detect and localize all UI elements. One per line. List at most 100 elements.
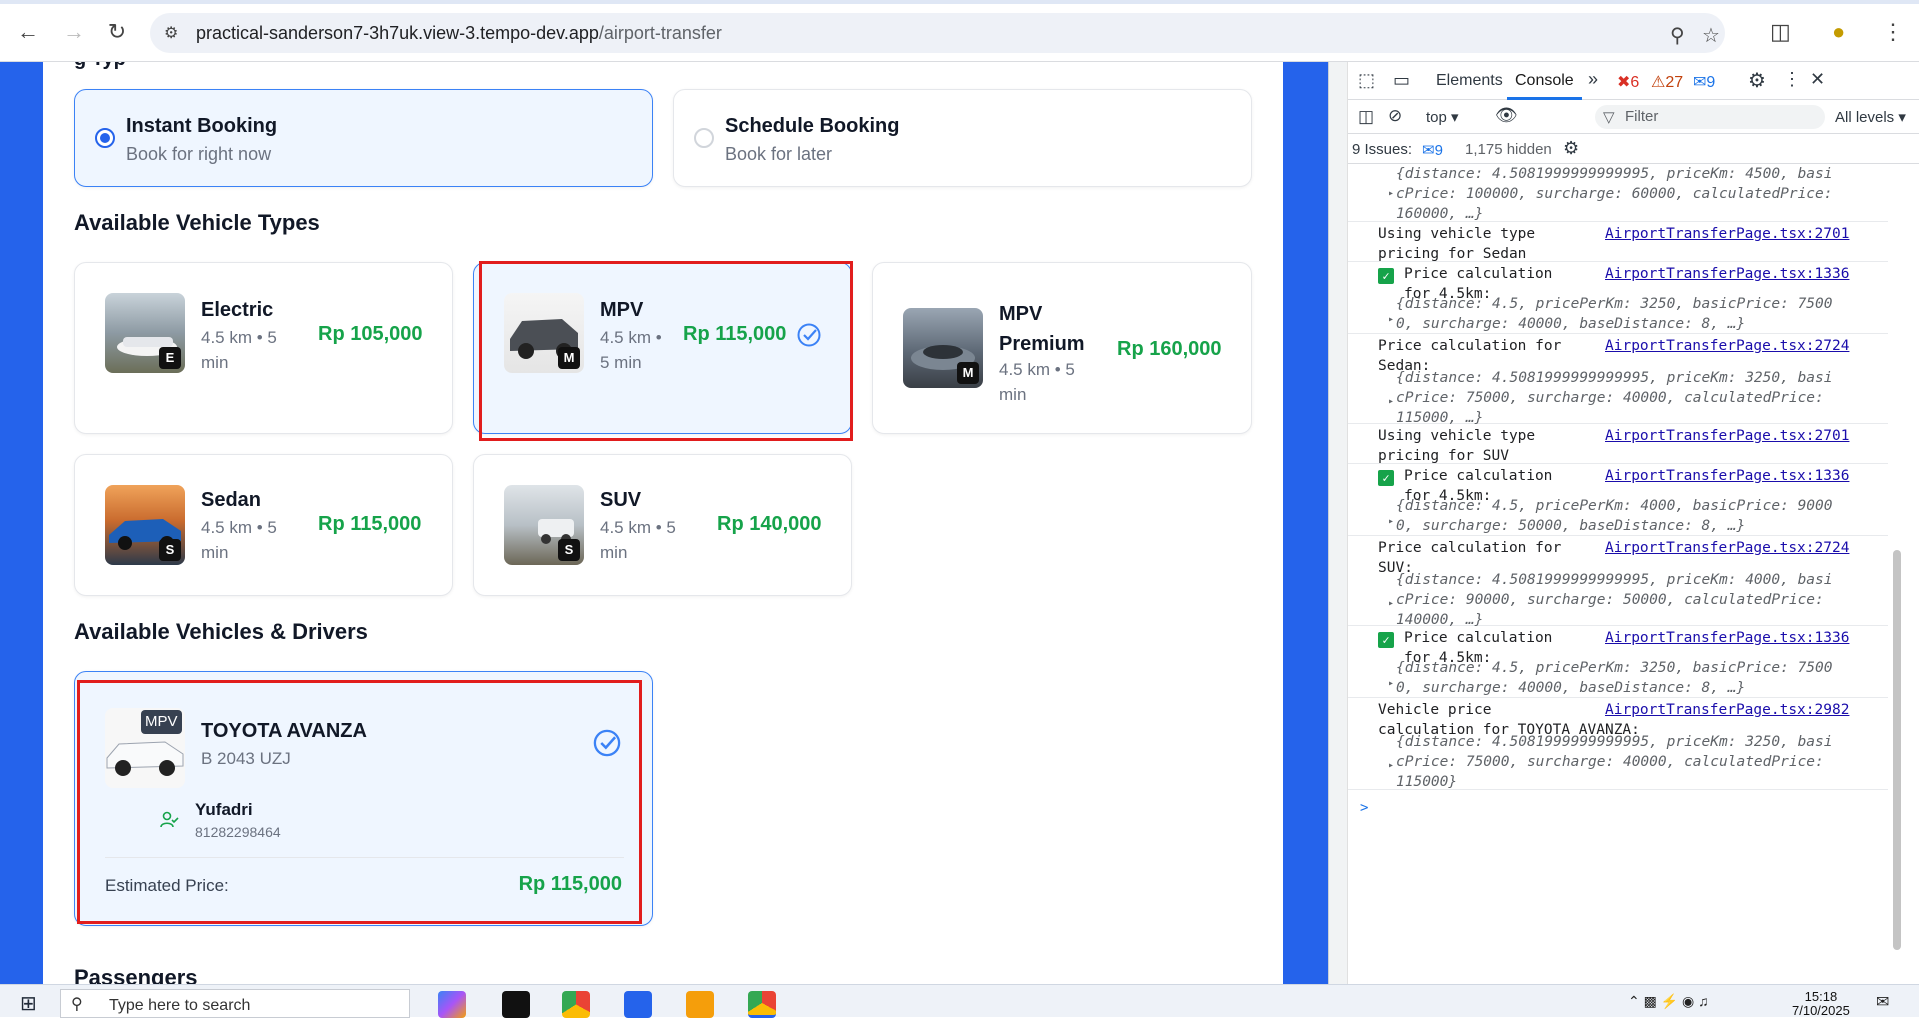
devtools-menu-icon[interactable]: ⋮: [1783, 69, 1801, 90]
source-link[interactable]: AirportTransferPage.tsx:1336: [1605, 264, 1849, 284]
sidebar-toggle-icon[interactable]: ◫: [1358, 107, 1374, 127]
device-toggle-icon[interactable]: ▭: [1393, 70, 1410, 91]
console-message: ✓: [1378, 466, 1394, 486]
context-select[interactable]: top ▾: [1426, 108, 1459, 126]
schedule-booking-radio[interactable]: [694, 128, 714, 148]
live-expression-eye-icon[interactable]: 👁: [1495, 105, 1518, 126]
file-explorer-app-icon[interactable]: [686, 991, 714, 1018]
reload-icon[interactable]: ↻: [105, 20, 129, 44]
capcut-app-icon[interactable]: [502, 991, 530, 1018]
console-settings-icon[interactable]: ⚙: [1563, 138, 1579, 159]
settings-gear-icon[interactable]: ⚙: [1748, 68, 1766, 93]
vehicle-driver-card[interactable]: MPV TOYOTA AVANZA B 2043 UZJ Yufadri 812…: [74, 671, 653, 926]
electric-car-image: E: [105, 293, 185, 373]
expand-icon[interactable]: ▸: [1388, 594, 1394, 614]
expand-icon[interactable]: ▸: [1388, 310, 1394, 330]
chrome-app-icon[interactable]: [562, 991, 590, 1018]
console-object[interactable]: {distance: 4.5081999999999995, priceKm: …: [1396, 368, 1833, 428]
vscode-app-icon[interactable]: [624, 991, 652, 1018]
source-link[interactable]: AirportTransferPage.tsx:2724: [1605, 538, 1849, 558]
vehicle-type-suv[interactable]: S SUV 4.5 km • 5 min Rp 140,000: [473, 454, 852, 596]
close-icon[interactable]: ✕: [1810, 69, 1825, 90]
tab-elements[interactable]: Elements: [1436, 72, 1503, 90]
estimated-price: Rp 115,000: [518, 873, 622, 895]
vehicle-price: Rp 105,000: [318, 323, 423, 345]
error-count[interactable]: ✖6: [1617, 72, 1639, 92]
more-tabs-icon[interactable]: »: [1588, 69, 1598, 90]
console-object[interactable]: {distance: 4.5, pricePerKm: 4000, basicP…: [1396, 496, 1833, 536]
console-scroll-thumb[interactable]: [1893, 550, 1901, 950]
expand-icon[interactable]: ▸: [1388, 756, 1394, 776]
source-link[interactable]: AirportTransferPage.tsx:2701: [1605, 224, 1849, 244]
instant-booking-radio[interactable]: [95, 128, 115, 148]
back-icon[interactable]: ←: [16, 20, 40, 44]
vehicle-badge: E: [159, 347, 181, 369]
hidden-count: 1,175 hidden: [1465, 141, 1552, 158]
location-icon[interactable]: ⚲: [1670, 23, 1685, 48]
profile-avatar-icon[interactable]: ●: [1832, 19, 1845, 45]
taskbar-search[interactable]: ⚲ Type here to search: [60, 989, 410, 1018]
url-text: practical-sanderson7-3h7uk.view-3.tempo-…: [196, 23, 722, 43]
console-object[interactable]: {distance: 4.5081999999999995, priceKm: …: [1396, 732, 1833, 792]
warning-count[interactable]: ⚠27: [1651, 72, 1683, 92]
console-log: ▸ {distance: 4.5081999999999995, priceKm…: [1348, 164, 1902, 984]
suv-car-image: S: [504, 485, 584, 565]
message-count[interactable]: ✉9: [1693, 72, 1715, 92]
filter-input[interactable]: ▽ Filter: [1595, 105, 1825, 129]
forward-icon[interactable]: →: [62, 20, 86, 44]
console-message: Using vehicle type pricing for Sedan: [1378, 226, 1536, 262]
page-background-left: [0, 62, 43, 984]
system-tray-icons[interactable]: ⌃ ▩ ⚡ ◉ ♫: [1628, 993, 1709, 1010]
vehicle-type-mpv-premium[interactable]: M MPV Premium 4.5 km • 5 min Rp 160,000: [872, 262, 1252, 434]
chrome-active-app-icon[interactable]: [748, 991, 776, 1018]
console-prompt[interactable]: >: [1360, 800, 1368, 816]
vehicle-name: MPV Premium: [999, 303, 1085, 355]
devtools-panel: ⬚ ▭ Elements Console » ✖6 ⚠27 ✉9 ⚙ ⋮ ✕ ◫…: [1328, 62, 1919, 984]
vehicle-type-electric[interactable]: E Electric 4.5 km • 5 min Rp 105,000: [74, 262, 453, 434]
vehicle-type-badge: MPV: [141, 710, 182, 734]
vehicle-name: MPV: [600, 299, 644, 321]
console-object[interactable]: {distance: 4.5081999999999995, priceKm: …: [1396, 570, 1833, 630]
extensions-icon[interactable]: ◫: [1770, 19, 1791, 45]
booking-type-heading: g Typ: [74, 62, 126, 71]
address-bar[interactable]: ⚙ practical-sanderson7-3h7uk.view-3.temp…: [150, 13, 1725, 53]
vehicle-price: Rp 115,000: [683, 323, 787, 345]
instant-booking-option[interactable]: Instant Booking Book for right now: [74, 89, 653, 187]
expand-icon[interactable]: ▸: [1388, 392, 1394, 412]
expand-icon[interactable]: ▸: [1388, 674, 1394, 694]
tab-console[interactable]: Console: [1507, 72, 1582, 100]
console-entry: Using vehicle type pricing for Sedan Air…: [1348, 222, 1888, 262]
clear-console-icon[interactable]: ⊘: [1388, 106, 1402, 126]
vehicle-badge: M: [558, 347, 580, 369]
console-object[interactable]: {distance: 4.5, pricePerKm: 3250, basicP…: [1396, 294, 1833, 334]
vehicle-price: Rp 115,000: [318, 513, 422, 535]
source-link[interactable]: AirportTransferPage.tsx:1336: [1605, 628, 1849, 648]
source-link[interactable]: AirportTransferPage.tsx:2982: [1605, 700, 1849, 720]
console-object[interactable]: {distance: 4.5081999999999995, priceKm: …: [1396, 164, 1833, 224]
vehicle-type-mpv[interactable]: M MPV 4.5 km • 5 min Rp 115,000: [473, 262, 852, 434]
schedule-booking-option[interactable]: Schedule Booking Book for later: [673, 89, 1252, 187]
license-plate: B 2043 UZJ: [201, 749, 291, 768]
console-object[interactable]: {distance: 4.5, pricePerKm: 3250, basicP…: [1396, 658, 1833, 698]
source-link[interactable]: AirportTransferPage.tsx:2724: [1605, 336, 1849, 356]
console-toolbar: ◫ ⊘ top ▾ 👁 ▽ Filter All levels ▾: [1348, 100, 1919, 134]
vehicle-meta: 4.5 km • 5 min: [600, 328, 662, 372]
taskbar-clock[interactable]: 15:18 7/10/2025: [1792, 990, 1850, 1018]
menu-icon[interactable]: ⋮: [1882, 19, 1904, 45]
notification-icon[interactable]: ✉: [1876, 992, 1889, 1012]
copilot-app-icon[interactable]: [438, 991, 466, 1018]
site-info-icon[interactable]: ⚙: [164, 23, 184, 43]
bookmark-star-icon[interactable]: ☆: [1702, 23, 1720, 48]
issues-count[interactable]: ✉9: [1422, 141, 1443, 159]
page-scrollbar[interactable]: [1329, 62, 1348, 984]
vehicle-type-sedan[interactable]: S Sedan 4.5 km • 5 min Rp 115,000: [74, 454, 453, 596]
inspect-icon[interactable]: ⬚: [1358, 70, 1375, 91]
expand-icon[interactable]: ▸: [1388, 512, 1394, 532]
source-link[interactable]: AirportTransferPage.tsx:2701: [1605, 426, 1849, 446]
windows-start-icon[interactable]: ⊞: [20, 991, 37, 1016]
source-link[interactable]: AirportTransferPage.tsx:1336: [1605, 466, 1849, 486]
log-levels-select[interactable]: All levels ▾: [1835, 108, 1906, 126]
vehicle-meta: 4.5 km • 5 min: [201, 328, 277, 372]
expand-icon[interactable]: ▸: [1388, 184, 1394, 204]
instant-booking-title: Instant Booking: [126, 115, 278, 137]
